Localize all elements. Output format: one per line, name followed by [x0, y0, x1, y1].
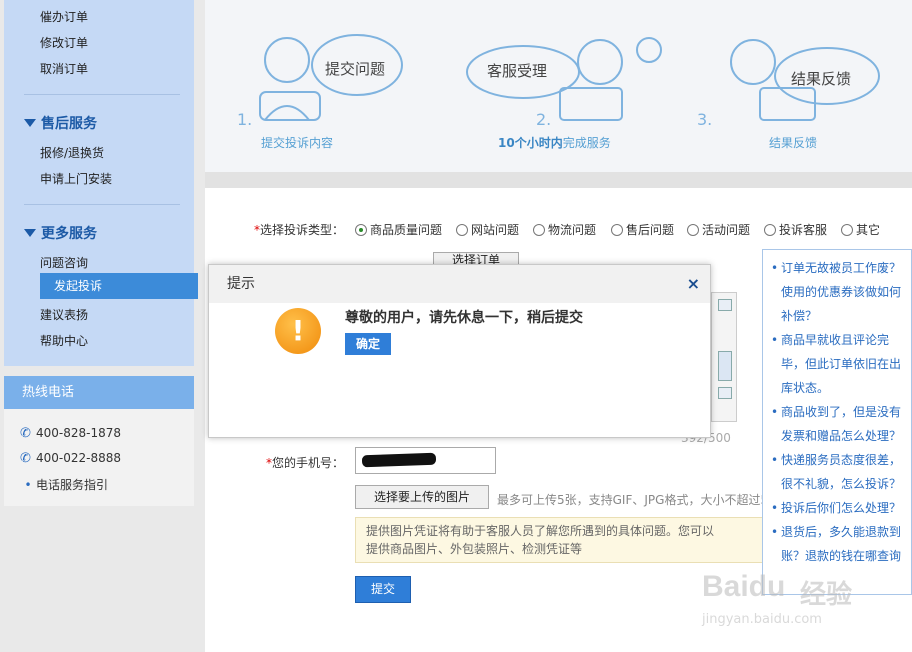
- radio-icon: [456, 224, 468, 236]
- radio-type-activity[interactable]: 活动问题: [687, 221, 750, 238]
- faq-panel: • 订单无故被员工作废？使用的优惠券该做如何补偿？ • 商品早就收且评论完毕，但此订…: [762, 249, 912, 595]
- section-title: 更多服务: [41, 226, 97, 242]
- phone-number: 400-022-8888: [36, 451, 122, 465]
- hotline-title: 热线电话: [4, 376, 194, 409]
- step-2-label: 10个小时内完成服务: [498, 134, 611, 151]
- confirm-button[interactable]: 确定: [345, 333, 391, 355]
- person-head-icon: [730, 39, 776, 85]
- nav-item-suggest[interactable]: 建议表扬: [40, 306, 88, 323]
- scroll-down-icon[interactable]: [718, 387, 732, 399]
- phone-icon: ✆: [20, 451, 31, 466]
- clock-icon: [636, 37, 662, 63]
- sidebar: 催办订单 修改订单 取消订单 售后服务 报修/退换货 申请上门安装 更多服务 问…: [0, 0, 205, 652]
- monitor-icon: [559, 87, 623, 121]
- person-head-icon: [264, 37, 310, 83]
- radio-type-service[interactable]: 投诉客服: [764, 221, 827, 238]
- nav-panel: 催办订单 修改订单 取消订单 售后服务 报修/退换货 申请上门安装 更多服务 问…: [4, 0, 198, 366]
- baidu-jingyan-watermark: Baidu 经验 jingyan.baidu.com: [700, 560, 912, 652]
- dialog-message: 尊敬的用户，请先休息一下，稍后提交: [345, 310, 583, 326]
- textarea-scrollbar[interactable]: [711, 292, 737, 422]
- watermark-brand: Baidu: [702, 570, 786, 603]
- bullet-icon: •: [24, 478, 32, 492]
- monitor-icon: [759, 87, 816, 121]
- step-2-label-rest: 完成服务: [562, 136, 611, 150]
- collapse-triangle-icon: [24, 119, 36, 127]
- radio-icon: [687, 224, 699, 236]
- faq-item[interactable]: • 订单无故被员工作废？使用的优惠券该做如何补偿？: [771, 256, 911, 328]
- scroll-thumb[interactable]: [718, 351, 732, 381]
- faq-item[interactable]: • 投诉后你们怎么处理？: [771, 496, 911, 520]
- tip-line-2: 提供商品图片、外包装照片、检测凭证等: [366, 542, 583, 556]
- step-number-2: 2.: [536, 110, 552, 129]
- faq-item[interactable]: • 快递服务员态度很差，很不礼貌，怎么投诉？: [771, 448, 911, 496]
- warning-icon: !: [275, 308, 321, 354]
- step-1-bubble-text: 提交问题: [325, 60, 386, 78]
- faq-item[interactable]: • 商品收到了，但是没有发票和赠品怎么处理？: [771, 400, 911, 448]
- phone-guide-label: 电话服务指引: [36, 478, 109, 492]
- radio-checked-icon: [355, 224, 367, 236]
- step-1-label: 提交投诉内容: [261, 136, 334, 150]
- collapse-triangle-icon: [24, 229, 36, 237]
- step-2-label-bold: 10个小时内: [498, 136, 563, 150]
- nav-item-install[interactable]: 申请上门安装: [40, 170, 112, 187]
- divider: [24, 204, 180, 205]
- upload-hint: 最多可上传5张，支持GIF、JPG格式，大小不超过5M: [497, 493, 779, 507]
- phone-label: *您的手机号：: [266, 456, 345, 470]
- step-number-3: 3.: [697, 110, 713, 129]
- nav-item-help[interactable]: 帮助中心: [40, 332, 88, 349]
- step-number-1: 1.: [237, 110, 253, 129]
- alert-dialog: 提示 × ! 尊敬的用户，请先休息一下，稍后提交 确定: [208, 264, 711, 438]
- radio-type-other[interactable]: 其它: [841, 221, 880, 238]
- radio-type-quality[interactable]: 商品质量问题: [355, 221, 442, 238]
- section-aftersale[interactable]: 售后服务: [24, 113, 97, 133]
- divider: [24, 94, 180, 95]
- step-3-bubble-text: 结果反馈: [791, 70, 852, 88]
- step-3-label: 结果反馈: [769, 136, 818, 150]
- nav-item-urge-order[interactable]: 催办订单: [40, 8, 88, 25]
- section-more-services[interactable]: 更多服务: [24, 223, 97, 243]
- nav-item-consult[interactable]: 问题咨询: [40, 254, 88, 271]
- section-title: 售后服务: [41, 116, 97, 132]
- banner-separator: [205, 172, 912, 188]
- radio-icon: [764, 224, 776, 236]
- redacted-phone-scribble: [361, 452, 437, 468]
- scroll-up-icon[interactable]: [718, 299, 732, 311]
- nav-item-cancel-order[interactable]: 取消订单: [40, 60, 88, 77]
- complaint-type-label: *选择投诉类型：: [254, 223, 345, 237]
- step-2-bubble-text: 客服受理: [487, 62, 548, 80]
- process-steps-banner: 1. 提交问题 提交投诉内容 2. 客服受理 10个小时内完成服务 3. 结果反…: [205, 0, 912, 172]
- nav-item-complaint[interactable]: 发起投诉: [40, 273, 198, 299]
- upload-image-button[interactable]: 选择要上传的图片: [355, 485, 489, 509]
- faq-item[interactable]: • 商品早就收且评论完毕，但此订单依旧在出库状态。: [771, 328, 911, 400]
- agent-head-icon: [577, 39, 623, 85]
- close-icon[interactable]: ×: [687, 274, 700, 293]
- radio-icon: [611, 224, 623, 236]
- radio-type-aftersale[interactable]: 售后问题: [611, 221, 674, 238]
- watermark-cn: 经验: [800, 580, 853, 610]
- dialog-title: 提示: [209, 265, 710, 303]
- tip-line-1: 提供图片凭证将有助于客服人员了解您所遇到的具体问题。您可以: [366, 524, 715, 538]
- watermark-url: jingyan.baidu.com: [702, 612, 822, 627]
- phone-number: 400-828-1878: [36, 426, 122, 440]
- radio-icon: [533, 224, 545, 236]
- hotline-panel: 热线电话 ✆ 400-828-1878 ✆ 400-022-8888 • 电话服务指引: [4, 376, 194, 506]
- phone-guide-link[interactable]: • 电话服务指引: [20, 476, 108, 493]
- hotline-phone-1: ✆ 400-828-1878: [20, 426, 121, 441]
- radio-type-website[interactable]: 网站问题: [456, 221, 519, 238]
- phone-input[interactable]: [355, 447, 496, 474]
- phone-icon: ✆: [20, 426, 31, 441]
- radio-type-logistics[interactable]: 物流问题: [533, 221, 596, 238]
- upload-tip-box: 提供图片凭证将有助于客服人员了解您所遇到的具体问题。您可以 提供商品图片、外包装…: [355, 517, 778, 563]
- hotline-phone-2: ✆ 400-022-8888: [20, 451, 121, 466]
- nav-item-repair-return[interactable]: 报修/退换货: [40, 144, 104, 161]
- submit-button[interactable]: 提交: [355, 576, 411, 603]
- nav-item-modify-order[interactable]: 修改订单: [40, 34, 88, 51]
- radio-icon: [841, 224, 853, 236]
